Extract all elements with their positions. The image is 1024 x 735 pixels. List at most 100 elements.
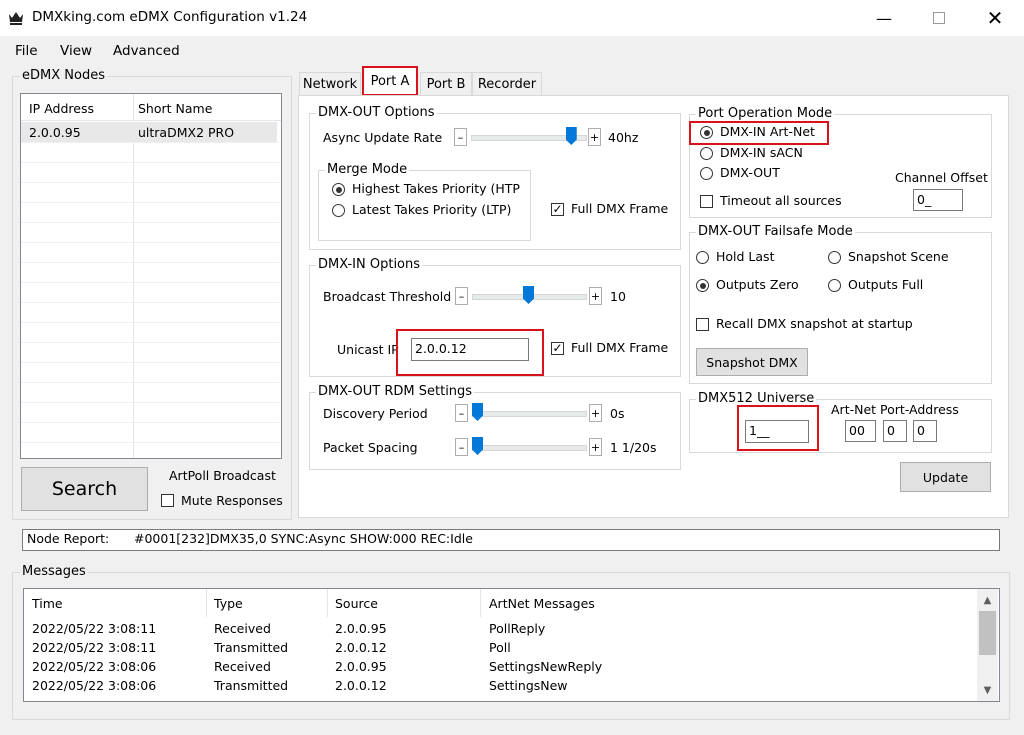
node-grid-line [21,342,279,343]
close-button[interactable]: ✕ [972,0,1018,36]
failsafe-hold-last-label: Hold Last [716,249,775,264]
column-ip-address[interactable]: IP Address [29,101,94,116]
window-title: DMXking.com eDMX Configuration v1.24 [32,9,308,25]
failsafe-outputs-full-radio[interactable] [828,279,841,292]
node-grid-line [21,242,279,243]
maximize-icon [933,12,945,24]
channel-offset-input[interactable]: 0_ [913,189,963,211]
port-address-universe-input[interactable]: 0 [913,420,937,442]
snapshot-dmx-button[interactable]: Snapshot DMX [696,348,808,376]
message-row[interactable]: 2022/05/22 3:08:06 Received 2.0.0.95 Settin… [24,657,974,676]
column-divider [206,589,207,617]
column-time[interactable]: Time [32,596,63,611]
nodes-list[interactable]: IP Address Short Name 2.0.0.95 ultraDMX2… [20,93,282,459]
failsafe-hold-last-radio[interactable] [696,251,709,264]
scroll-down-icon[interactable]: ▼ [977,681,998,699]
merge-ltp-radio[interactable] [332,204,345,217]
failsafe-snapshot-scene-radio[interactable] [828,251,841,264]
node-grid-line [21,302,279,303]
discovery-slider-track[interactable] [472,411,587,417]
node-grid-line [21,162,279,163]
message-row[interactable]: 2022/05/22 3:08:11 Transmitted 2.0.0.12 Pol… [24,638,974,657]
messages-list[interactable]: Time Type Source ArtNet Messages 2022/05… [23,588,1000,702]
node-ip: 2.0.0.95 [29,125,81,140]
message-type: Transmitted [214,678,289,693]
node-grid-line [21,262,279,263]
update-button[interactable]: Update [900,462,991,492]
search-button[interactable]: Search [21,467,148,511]
message-msg: SettingsNewReply [489,659,603,674]
message-msg: PollReply [489,621,546,636]
tab-network[interactable]: Network [299,72,361,95]
threshold-increase-button[interactable]: + [589,287,602,305]
menu-file[interactable]: File [15,43,38,59]
discovery-period-label: Discovery Period [323,406,428,421]
spacing-decrease-button[interactable]: – [455,438,468,456]
universe-input[interactable]: 1__ [745,420,809,443]
recall-snapshot-checkbox[interactable] [696,318,709,331]
channel-offset-label: Channel Offset [895,170,988,185]
dmx-out-full-frame-label: Full DMX Frame [571,201,669,216]
port-address-net-input[interactable]: 00 [845,420,876,442]
menu-advanced[interactable]: Advanced [113,43,180,59]
column-divider [133,94,134,458]
dmx-in-full-frame-checkbox[interactable]: ✓ [551,342,564,355]
message-row[interactable]: 2022/05/22 3:08:11 Received 2.0.0.95 PollRe… [24,619,974,638]
node-grid-line [21,422,279,423]
menu-view[interactable]: View [60,43,92,59]
tab-port-a[interactable]: Port A [362,66,418,96]
message-row[interactable]: 2022/05/22 3:08:06 Transmitted 2.0.0.12 Set… [24,676,974,695]
scroll-up-icon[interactable]: ▲ [977,591,998,609]
dmx-in-group-label: DMX-IN Options [316,257,423,272]
maximize-button[interactable] [916,0,962,36]
threshold-decrease-button[interactable]: – [455,287,468,305]
node-report-label: Node Report: [27,531,110,546]
rdm-group-label: DMX-OUT RDM Settings [316,384,475,399]
spacing-slider-track[interactable] [472,445,587,451]
discovery-decrease-button[interactable]: – [455,404,468,422]
merge-htp-label: Highest Takes Priority (HTP [352,181,520,196]
discovery-increase-button[interactable]: + [589,404,602,422]
mute-responses-checkbox[interactable] [161,494,174,507]
column-artnet-messages[interactable]: ArtNet Messages [489,596,595,611]
failsafe-outputs-zero-radio[interactable] [696,279,709,292]
async-increase-button[interactable]: + [588,128,601,146]
column-type[interactable]: Type [214,596,243,611]
node-grid-line [21,142,279,143]
minimize-button[interactable]: — [861,0,907,36]
mode-dmx-out-label: DMX-OUT [720,165,780,180]
packet-spacing-label: Packet Spacing [323,440,418,455]
column-short-name[interactable]: Short Name [138,101,212,116]
merge-mode-label: Merge Mode [325,162,410,177]
close-icon: ✕ [986,6,1004,30]
column-source[interactable]: Source [335,596,378,611]
tab-port-b[interactable]: Port B [420,72,472,95]
node-short-name: ultraDMX2 PRO [138,125,235,140]
mode-dmx-out-radio[interactable] [700,167,713,180]
port-address-subnet-input[interactable]: 0 [883,420,907,442]
message-time: 2022/05/22 3:08:06 [32,659,157,674]
merge-htp-radio[interactable] [332,183,345,196]
unicast-ip-label: Unicast IP [337,342,399,357]
spacing-increase-button[interactable]: + [589,438,602,456]
failsafe-outputs-zero-label: Outputs Zero [716,277,799,292]
node-grid-line [21,322,279,323]
threshold-value: 10 [610,289,626,304]
node-grid-line [21,402,279,403]
mode-artnet-radio[interactable] [700,126,713,139]
column-divider [327,589,328,617]
message-time: 2022/05/22 3:08:11 [32,640,157,655]
message-msg: SettingsNew [489,678,568,693]
merge-ltp-label: Latest Takes Priority (LTP) [352,202,512,217]
dmx-in-full-frame-label: Full DMX Frame [571,340,669,355]
unicast-ip-input[interactable]: 2.0.0.12 [411,338,529,361]
mode-artnet-label: DMX-IN Art-Net [720,124,815,139]
recall-snapshot-label: Recall DMX snapshot at startup [716,316,913,331]
timeout-sources-checkbox[interactable] [700,195,713,208]
rdm-group [309,392,681,470]
async-decrease-button[interactable]: – [454,128,467,146]
scrollbar-thumb[interactable] [979,611,996,655]
dmx-out-full-frame-checkbox[interactable]: ✓ [551,203,564,216]
tab-recorder[interactable]: Recorder [472,72,542,95]
mode-sacn-radio[interactable] [700,147,713,160]
